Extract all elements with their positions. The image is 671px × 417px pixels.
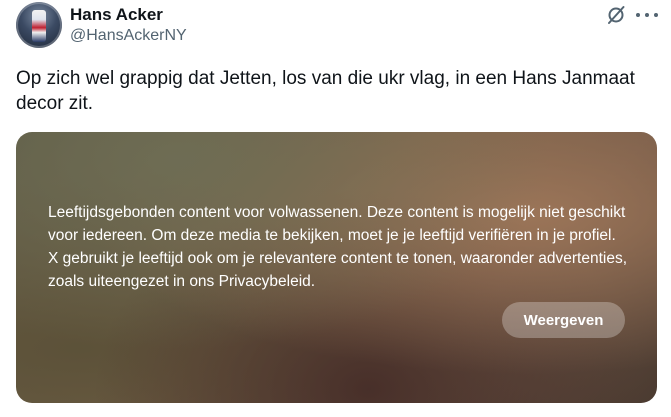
show-media-button[interactable]: Weergeven	[502, 302, 625, 338]
more-icon[interactable]	[636, 4, 658, 26]
media-container: Leeftijdsgebonden content voor volwassen…	[16, 132, 657, 403]
avatar[interactable]	[16, 2, 62, 48]
sensitive-content-warning: Leeftijdsgebonden content voor volwassen…	[48, 204, 628, 290]
post: Hans Acker @HansAckerNY Op zich wel grap…	[0, 0, 671, 417]
author-handle[interactable]: @HansAckerNY	[70, 27, 187, 45]
grok-icon[interactable]	[605, 4, 627, 26]
post-text: Op zich wel grappig dat Jetten, los van …	[16, 68, 635, 114]
author-display-name[interactable]: Hans Acker	[70, 5, 163, 25]
